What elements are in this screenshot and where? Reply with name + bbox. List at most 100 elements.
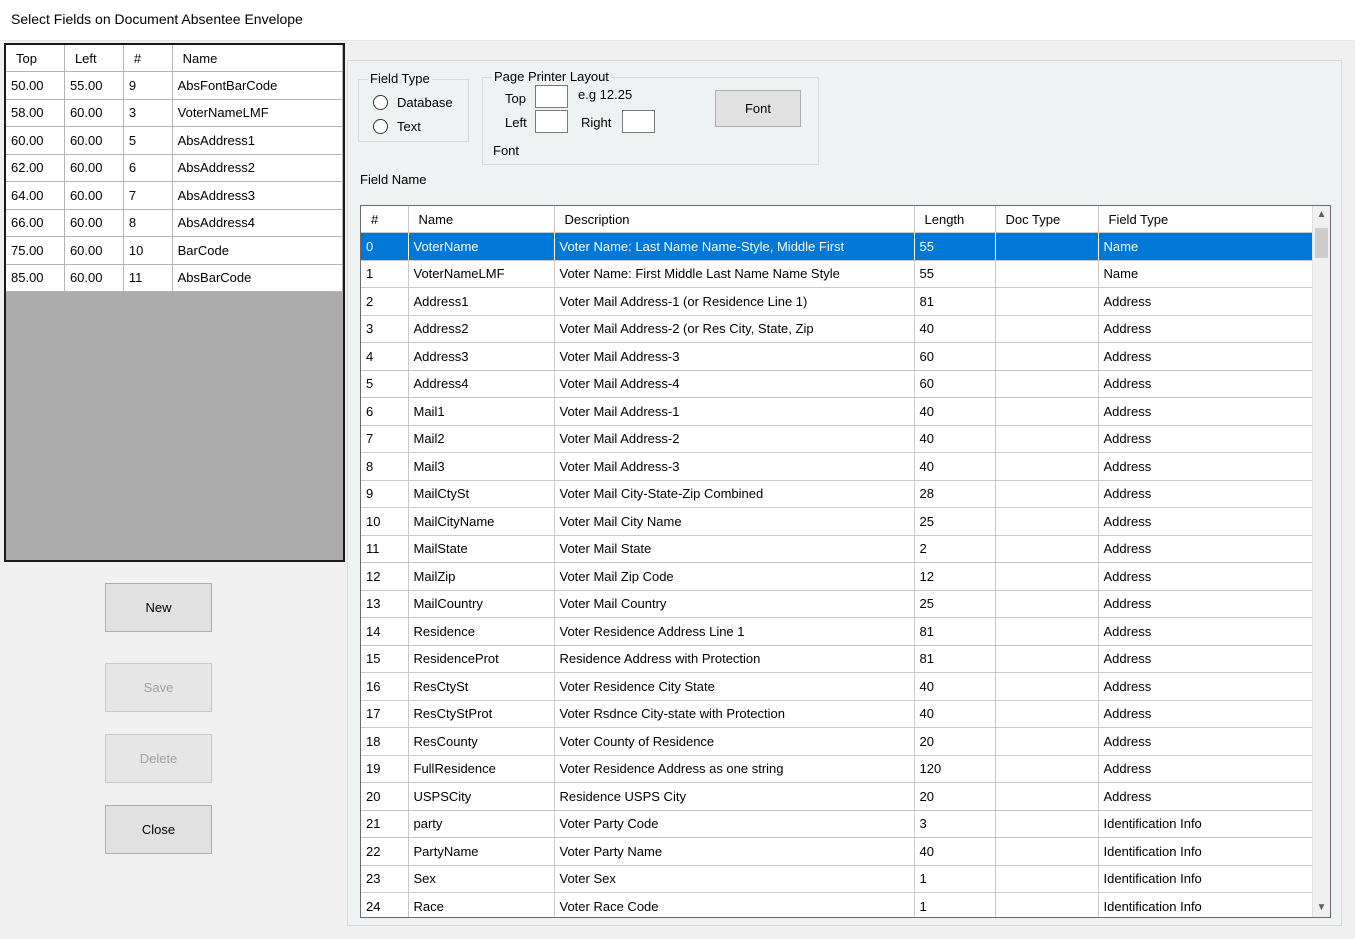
- cell-number[interactable]: 19: [361, 755, 409, 783]
- cell-name[interactable]: AbsAddress4: [172, 209, 343, 237]
- table-row[interactable]: 66.00 60.00 8 AbsAddress4: [6, 209, 343, 237]
- column-header-name[interactable]: Name: [408, 206, 555, 233]
- cell-number[interactable]: 7: [361, 425, 409, 453]
- cell-field-type[interactable]: Identification Info: [1098, 810, 1315, 838]
- cell-name[interactable]: Mail1: [408, 397, 555, 426]
- cell-description[interactable]: Voter Mail Address-4: [554, 370, 915, 398]
- cell-name[interactable]: Address1: [408, 287, 555, 316]
- left-input[interactable]: [535, 110, 568, 133]
- table-row[interactable]: 18 ResCounty Voter County of Residence 20 Ad…: [361, 727, 1315, 756]
- cell-number[interactable]: 1: [361, 260, 409, 288]
- column-header-number[interactable]: #: [123, 45, 173, 72]
- cell-field-type[interactable]: Name: [1098, 260, 1315, 288]
- column-header-doc-type[interactable]: Doc Type: [995, 206, 1099, 233]
- column-header-top[interactable]: Top: [6, 45, 65, 72]
- cell-left[interactable]: 60.00: [64, 154, 124, 182]
- table-row[interactable]: 62.00 60.00 6 AbsAddress2: [6, 154, 343, 182]
- cell-name[interactable]: Mail3: [408, 452, 555, 481]
- cell-number[interactable]: 16: [361, 672, 409, 701]
- cell-number[interactable]: 9: [361, 480, 409, 508]
- column-header-description[interactable]: Description: [554, 206, 915, 233]
- cell-doc-type[interactable]: [995, 755, 1099, 783]
- cell-field-type[interactable]: Name: [1098, 232, 1315, 261]
- cell-length[interactable]: 28: [914, 480, 996, 508]
- table-row[interactable]: 3 Address2 Voter Mail Address-2 (or Res Ci…: [361, 315, 1315, 343]
- cell-number[interactable]: 0: [361, 232, 409, 261]
- cell-description[interactable]: Voter Mail Country: [554, 590, 915, 618]
- table-row[interactable]: 58.00 60.00 3 VoterNameLMF: [6, 99, 343, 127]
- text-radio-button[interactable]: [373, 119, 388, 134]
- table-row[interactable]: 22 PartyName Voter Party Name 40 Identificat…: [361, 837, 1315, 866]
- column-header-name[interactable]: Name: [172, 45, 343, 72]
- cell-doc-type[interactable]: [995, 480, 1099, 508]
- table-row[interactable]: 75.00 60.00 10 BarCode: [6, 236, 343, 265]
- table-row[interactable]: 6 Mail1 Voter Mail Address-1 40 Address: [361, 397, 1315, 426]
- cell-number[interactable]: 10: [123, 236, 173, 265]
- table-row[interactable]: 4 Address3 Voter Mail Address-3 60 Address: [361, 342, 1315, 371]
- cell-field-type[interactable]: Address: [1098, 672, 1315, 701]
- cell-length[interactable]: 25: [914, 590, 996, 618]
- database-radio[interactable]: Database: [373, 95, 453, 110]
- cell-length[interactable]: 81: [914, 287, 996, 316]
- text-radio[interactable]: Text: [373, 119, 421, 134]
- cell-top[interactable]: 85.00: [6, 264, 65, 292]
- cell-doc-type[interactable]: [995, 397, 1099, 426]
- cell-field-type[interactable]: Address: [1098, 590, 1315, 618]
- table-row[interactable]: 0 VoterName Voter Name: Last Name Name-Sty…: [361, 232, 1315, 261]
- cell-number[interactable]: 7: [123, 181, 173, 210]
- cell-length[interactable]: 20: [914, 727, 996, 756]
- cell-number[interactable]: 4: [361, 342, 409, 371]
- cell-description[interactable]: Voter Residence City State: [554, 672, 915, 701]
- cell-field-type[interactable]: Identification Info: [1098, 837, 1315, 866]
- cell-number[interactable]: 10: [361, 507, 409, 536]
- cell-name[interactable]: USPSCity: [408, 782, 555, 811]
- cell-name[interactable]: VoterNameLMF: [408, 260, 555, 288]
- cell-number[interactable]: 22: [361, 837, 409, 866]
- cell-name[interactable]: MailCountry: [408, 590, 555, 618]
- column-header-field-type[interactable]: Field Type: [1098, 206, 1315, 233]
- cell-description[interactable]: Voter Residence Address as one string: [554, 755, 915, 783]
- cell-name[interactable]: FullResidence: [408, 755, 555, 783]
- table-row[interactable]: 50.00 55.00 9 AbsFontBarCode: [6, 71, 343, 100]
- cell-length[interactable]: 25: [914, 507, 996, 536]
- cell-name[interactable]: MailState: [408, 535, 555, 563]
- cell-name[interactable]: Sex: [408, 865, 555, 893]
- cell-name[interactable]: Address4: [408, 370, 555, 398]
- cell-field-type[interactable]: Address: [1098, 727, 1315, 756]
- cell-length[interactable]: 40: [914, 425, 996, 453]
- cell-name[interactable]: Mail2: [408, 425, 555, 453]
- table-row[interactable]: 16 ResCtySt Voter Residence City State 40 Ad…: [361, 672, 1315, 701]
- table-row[interactable]: 1 VoterNameLMF Voter Name: First Middle La…: [361, 260, 1315, 288]
- table-row[interactable]: 14 Residence Voter Residence Address Line …: [361, 617, 1315, 646]
- cell-field-type[interactable]: Address: [1098, 287, 1315, 316]
- save-button[interactable]: Save: [105, 663, 212, 712]
- cell-description[interactable]: Voter Sex: [554, 865, 915, 893]
- cell-doc-type[interactable]: [995, 590, 1099, 618]
- cell-doc-type[interactable]: [995, 700, 1099, 728]
- cell-doc-type[interactable]: [995, 892, 1099, 917]
- cell-field-type[interactable]: Address: [1098, 342, 1315, 371]
- cell-description[interactable]: Voter County of Residence: [554, 727, 915, 756]
- cell-description[interactable]: Voter Mail Address-2 (or Res City, State…: [554, 315, 915, 343]
- new-button[interactable]: New: [105, 583, 212, 632]
- cell-left[interactable]: 60.00: [64, 264, 124, 292]
- cell-number[interactable]: 2: [361, 287, 409, 316]
- cell-doc-type[interactable]: [995, 837, 1099, 866]
- cell-description[interactable]: Voter Name: First Middle Last Name Name …: [554, 260, 915, 288]
- vertical-scrollbar[interactable]: ▲ ▼: [1312, 206, 1330, 917]
- cell-description[interactable]: Voter Race Code: [554, 892, 915, 917]
- cell-doc-type[interactable]: [995, 232, 1099, 261]
- cell-field-type[interactable]: Address: [1098, 700, 1315, 728]
- cell-number[interactable]: 5: [123, 126, 173, 155]
- table-row[interactable]: 21 party Voter Party Code 3 Identification I…: [361, 810, 1315, 838]
- cell-top[interactable]: 60.00: [6, 126, 65, 155]
- cell-doc-type[interactable]: [995, 425, 1099, 453]
- cell-name[interactable]: MailCtySt: [408, 480, 555, 508]
- cell-number[interactable]: 23: [361, 865, 409, 893]
- cell-name[interactable]: MailZip: [408, 562, 555, 591]
- cell-number[interactable]: 18: [361, 727, 409, 756]
- cell-field-type[interactable]: Address: [1098, 425, 1315, 453]
- column-header-left[interactable]: Left: [64, 45, 124, 72]
- cell-name[interactable]: Address2: [408, 315, 555, 343]
- cell-doc-type[interactable]: [995, 370, 1099, 398]
